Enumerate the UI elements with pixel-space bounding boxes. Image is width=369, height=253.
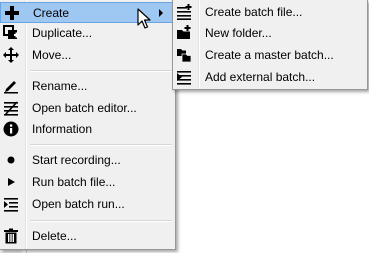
menu-item-label: Open batch run... [32,197,125,211]
context-menu-screenshot: Create Duplicate... Move... Rename... Op… [0,0,369,253]
trash-icon [3,228,19,244]
menu-item-start-recording[interactable]: Start recording... [0,150,174,171]
play-icon [3,174,19,190]
menu-item-move[interactable]: Move... [0,45,174,66]
external-batch-icon [176,69,192,85]
submenu-item-new-folder[interactable]: New folder... [173,23,367,44]
record-icon [3,152,19,168]
menu-item-run-batch-file[interactable]: Run batch file... [0,172,174,193]
info-icon [3,121,19,137]
submenu-item-label: Create a master batch... [205,48,334,62]
plus-icon [4,5,20,21]
submenu-item-label: Create batch file... [205,5,303,19]
submenu-arrow-icon [159,9,163,17]
submenu-item-create-batch-file[interactable]: Create batch file... [173,2,367,23]
submenu-item-label: Add external batch... [205,70,316,84]
menu-item-label: Move... [32,48,72,62]
menu-item-create[interactable]: Create [0,2,174,23]
menu-item-label: Delete... [32,229,77,243]
batch-editor-icon [3,100,19,116]
menu-item-delete[interactable]: Delete... [0,226,174,247]
menu-item-label: Rename... [32,79,88,93]
new-folder-icon [176,25,192,41]
menu-item-label: Duplicate... [32,26,93,40]
master-batch-icon [176,47,192,63]
menu-item-label: Information [32,122,93,136]
menu-separator [30,144,172,146]
menu-item-open-batch-editor[interactable]: Open batch editor... [0,98,174,119]
batch-run-icon [3,196,19,212]
menu-item-label: Create [33,6,70,20]
menu-separator [30,70,172,72]
menu-item-duplicate[interactable]: Duplicate... [0,23,174,44]
menu-item-label: Start recording... [32,153,121,167]
menu-item-label: Open batch editor... [32,101,137,115]
submenu-item-create-master-batch[interactable]: Create a master batch... [173,45,367,66]
menu-item-label: Run batch file... [32,175,116,189]
menu-item-information[interactable]: Information [0,119,174,140]
submenu-item-add-external-batch[interactable]: Add external batch... [173,67,367,88]
create-submenu: Create batch file... New folder... Creat… [172,0,368,90]
rename-icon [3,78,19,94]
menu-separator [30,220,172,222]
new-batch-file-icon [176,4,192,20]
submenu-item-label: New folder... [205,26,272,40]
duplicate-icon [3,25,19,41]
menu-item-open-batch-run[interactable]: Open batch run... [0,194,174,215]
move-icon [3,47,19,63]
menu-item-rename[interactable]: Rename... [0,76,174,97]
context-menu: Create Duplicate... Move... Rename... Op… [0,0,176,250]
